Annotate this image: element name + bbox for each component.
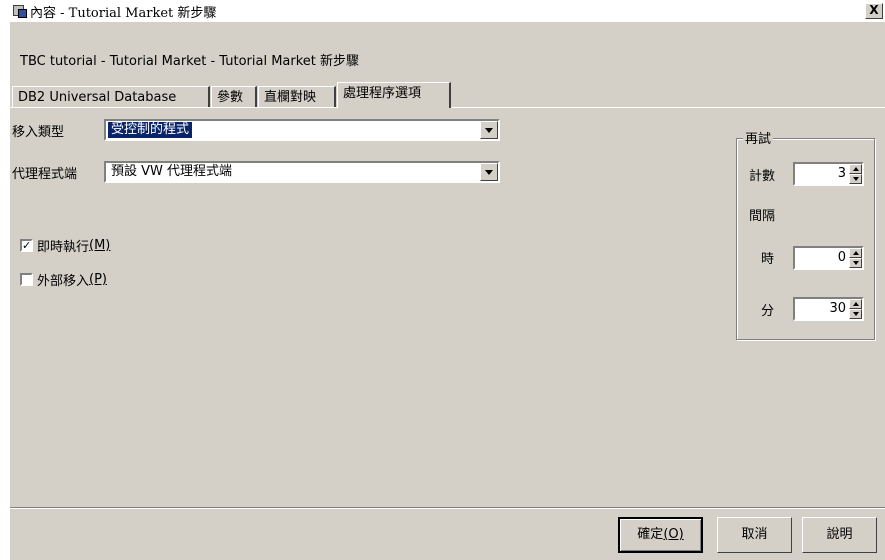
cancel-label: 取消 — [741, 527, 768, 542]
spin-down-icon[interactable] — [849, 309, 862, 319]
spin-up-icon[interactable] — [849, 164, 862, 174]
interval-label: 間隔 — [749, 209, 776, 224]
window-title: 內容 - Tutorial Market 新步驟 — [30, 5, 217, 21]
footer-separator-highlight — [10, 508, 885, 509]
help-label: 說明 — [826, 527, 853, 542]
count-value: 3 — [837, 166, 846, 181]
retry-group-title: 再試 — [743, 128, 774, 147]
window-icon — [13, 4, 27, 18]
object-path: TBC tutorial - Tutorial Market - Tutoria… — [20, 54, 360, 69]
ok-button[interactable]: 確定(O) — [618, 517, 703, 553]
tab-label: 參數 — [217, 90, 244, 105]
help-button[interactable]: 說明 — [802, 517, 877, 553]
agent-site-value: 預設 VW 代理程式端 — [111, 164, 233, 179]
tab-label: 直欄對映 — [264, 90, 317, 105]
count-label: 計數 — [749, 169, 776, 184]
tab-strip: DB2 Universal Database 參數 直欄對映 處理程序選項 — [10, 82, 885, 108]
run-now-checkbox[interactable]: ✓ 即時執行 (M) — [20, 236, 110, 255]
external-populate-checkbox[interactable]: 外部移入 (P) — [20, 270, 107, 289]
checkbox-icon[interactable] — [20, 273, 33, 286]
run-now-mnemonic: (M) — [89, 238, 111, 253]
run-now-label: 即時執行 — [37, 240, 90, 255]
hours-value: 0 — [837, 250, 846, 265]
external-populate-mnemonic: (P) — [89, 272, 107, 287]
tab-parameters[interactable]: 參數 — [211, 86, 257, 107]
chevron-down-icon[interactable] — [480, 163, 498, 181]
ok-label: 確定 — [637, 527, 664, 542]
agent-site-label: 代理程式端 — [12, 167, 78, 182]
spin-down-icon[interactable] — [849, 174, 862, 184]
spin-down-icon[interactable] — [849, 258, 862, 268]
minutes-value: 30 — [829, 301, 846, 316]
populate-type-value: 受控制的程式 — [108, 122, 193, 138]
hours-spinner[interactable]: 0 — [793, 246, 864, 270]
hours-label: 時 — [761, 252, 775, 267]
tab-column-mapping[interactable]: 直欄對映 — [258, 86, 336, 107]
cancel-button[interactable]: 取消 — [717, 517, 792, 553]
spin-up-icon[interactable] — [849, 299, 862, 309]
tab-db2-universal-database[interactable]: DB2 Universal Database — [12, 86, 210, 107]
minutes-spinner[interactable]: 30 — [793, 297, 864, 321]
agent-site-select[interactable]: 預設 VW 代理程式端 — [104, 161, 500, 183]
populate-type-label: 移入類型 — [12, 125, 65, 140]
count-spinner[interactable]: 3 — [793, 162, 864, 186]
tab-label: DB2 Universal Database — [18, 90, 177, 105]
chevron-down-icon[interactable] — [480, 121, 498, 139]
properties-dialog: 內容 - Tutorial Market 新步驟 X TBC tutorial … — [10, 0, 885, 560]
check-icon[interactable]: ✓ — [20, 239, 33, 252]
ok-mnemonic: (O) — [663, 527, 684, 542]
close-icon: X — [869, 3, 879, 17]
tab-label: 處理程序選項 — [343, 86, 422, 101]
tab-processing-options[interactable]: 處理程序選項 — [337, 82, 451, 108]
close-button[interactable]: X — [865, 3, 883, 19]
title-bar: 內容 - Tutorial Market 新步驟 X — [10, 0, 885, 22]
populate-type-select[interactable]: 受控制的程式 — [104, 119, 500, 141]
spin-up-icon[interactable] — [849, 248, 862, 258]
external-populate-label: 外部移入 — [37, 274, 90, 289]
minutes-label: 分 — [761, 304, 775, 319]
